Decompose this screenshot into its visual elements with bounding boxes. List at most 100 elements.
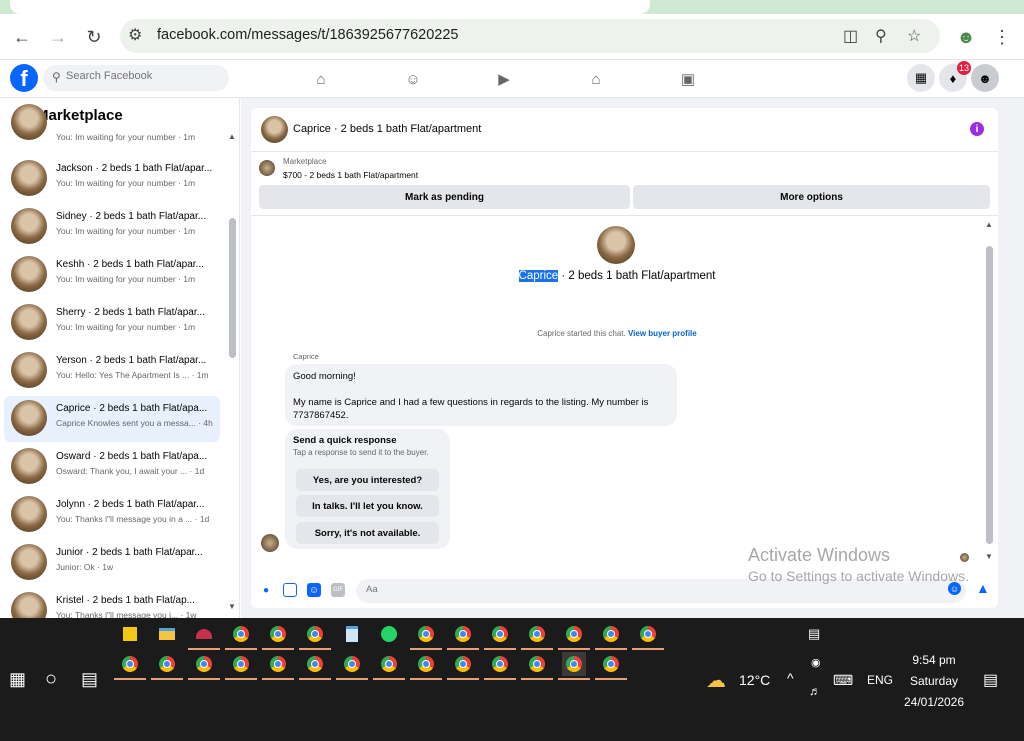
list-item[interactable]: Osward · 2 beds 1 bath Flat/apa... Osward… — [4, 444, 220, 490]
message-scrollbar[interactable] — [986, 246, 993, 544]
chrome-icon[interactable] — [484, 622, 516, 650]
chrome-icon[interactable] — [188, 652, 220, 680]
info-icon[interactable]: i — [970, 122, 984, 136]
avatar[interactable] — [597, 226, 635, 264]
network-icon[interactable]: ▤ — [808, 626, 820, 642]
forward-arrow-icon[interactable]: → — [45, 24, 71, 50]
site-settings-icon[interactable]: ⚙ — [128, 25, 142, 45]
photo-icon[interactable] — [283, 583, 297, 597]
install-app-icon[interactable]: ◫ — [843, 26, 858, 46]
chrome-icon[interactable] — [484, 652, 516, 680]
list-item[interactable]: Yerson · 2 beds 1 bath Flat/apar... You: … — [4, 348, 220, 394]
chrome-icon[interactable] — [410, 622, 442, 650]
list-item[interactable]: Keshh · 2 beds 1 bath Flat/apar... You: I… — [4, 252, 220, 298]
chrome-icon[interactable] — [595, 622, 627, 650]
friends-icon[interactable]: ☺ — [402, 68, 424, 90]
url-text[interactable]: facebook.com/messages/t/1863925677620225 — [157, 27, 459, 43]
chrome-icon[interactable] — [373, 652, 405, 680]
thumbs-up-icon[interactable]: ▲ — [976, 580, 990, 596]
search-input[interactable] — [66, 70, 216, 82]
chrome-icon[interactable] — [447, 652, 479, 680]
chrome-icon[interactable] — [262, 652, 294, 680]
chrome-icon[interactable] — [225, 622, 257, 650]
camera-icon[interactable]: ◉ — [811, 656, 821, 669]
reload-icon[interactable]: ↻ — [81, 24, 107, 50]
home-icon[interactable]: ⌂ — [310, 68, 332, 90]
task-view-icon[interactable]: ▤ — [81, 669, 98, 690]
list-item[interactable]: Sidney · 2 beds 1 bath Flat/apar... You: … — [4, 204, 220, 250]
listing-title[interactable]: $700 - 2 beds 1 bath Flat/apartment — [283, 170, 418, 180]
list-item[interactable]: Junior · 2 beds 1 bath Flat/apar... Junio… — [4, 540, 220, 586]
scroll-down-icon[interactable]: ▼ — [228, 602, 236, 611]
list-item[interactable]: Caprice · 2 beds 1 bath Flat/apa... Capri… — [4, 396, 220, 442]
more-options-button[interactable]: More options — [633, 185, 990, 209]
back-arrow-icon[interactable]: ← — [9, 24, 35, 50]
weather-temp[interactable]: 12°C — [739, 672, 770, 688]
address-bar[interactable]: ⚙ facebook.com/messages/t/18639256776202… — [120, 19, 940, 53]
notifications-icon[interactable]: ▤ — [983, 670, 998, 690]
gaming-icon[interactable]: ▣ — [677, 68, 699, 90]
file-icon[interactable] — [118, 622, 142, 646]
quick-response-button[interactable]: Yes, are you interested? — [296, 469, 439, 491]
marketplace-icon[interactable]: ⌂ — [585, 68, 607, 90]
file-explorer-icon[interactable] — [155, 622, 179, 646]
microphone-icon[interactable]: ● — [259, 583, 273, 597]
notepad-icon[interactable] — [340, 622, 364, 646]
active-tab[interactable] — [10, 0, 650, 14]
message-bubble[interactable]: Good morning! My name is Caprice and I h… — [285, 364, 677, 426]
sidebar-scrollbar[interactable] — [229, 218, 236, 358]
scroll-up-icon[interactable]: ▲ — [228, 132, 236, 141]
keyboard-icon[interactable]: ⌨ — [833, 672, 853, 689]
list-item[interactable]: You: Im waiting for your number · 1m — [4, 104, 220, 150]
mark-pending-button[interactable]: Mark as pending — [259, 185, 630, 209]
zoom-icon[interactable]: ⚲ — [875, 26, 887, 46]
weather-icon[interactable]: ☁ — [706, 668, 726, 693]
menu-grid-icon[interactable]: ▦ — [907, 64, 935, 92]
chrome-icon[interactable] — [336, 652, 368, 680]
chrome-icon[interactable] — [262, 622, 294, 650]
chevron-up-icon[interactable]: ^ — [787, 670, 794, 686]
bookmark-star-icon[interactable]: ☆ — [907, 26, 921, 46]
chrome-icon[interactable] — [521, 622, 553, 650]
listing-thumbnail[interactable] — [259, 160, 275, 176]
chrome-icon[interactable] — [410, 652, 442, 680]
chrome-icon[interactable] — [447, 622, 479, 650]
video-icon[interactable]: ▶ — [493, 68, 515, 90]
search-circle-icon[interactable]: ○ — [45, 668, 57, 691]
view-buyer-profile-link[interactable]: View buyer profile — [628, 329, 697, 338]
chat-title[interactable]: Caprice · 2 beds 1 bath Flat/apartment — [293, 123, 481, 135]
avatar[interactable] — [261, 116, 288, 143]
chrome-icon[interactable] — [632, 622, 664, 650]
list-item[interactable]: Sherry · 2 beds 1 bath Flat/apar... You: … — [4, 300, 220, 346]
list-item[interactable]: Jolynn · 2 beds 1 bath Flat/apar... You: … — [4, 492, 220, 538]
whatsapp-icon[interactable] — [377, 622, 401, 646]
chrome-icon[interactable] — [299, 622, 331, 650]
message-input[interactable] — [366, 584, 926, 595]
profile-icon[interactable]: ☻ — [953, 24, 979, 50]
chrome-icon[interactable] — [114, 652, 146, 680]
chrome-icon[interactable] — [151, 652, 183, 680]
chrome-icon[interactable] — [225, 652, 257, 680]
chrome-icon[interactable] — [595, 652, 627, 680]
chrome-icon[interactable] — [299, 652, 331, 680]
facebook-logo-icon[interactable]: f — [10, 64, 38, 92]
scroll-up-icon[interactable]: ▲ — [985, 220, 993, 229]
windows-start-icon[interactable]: ▦ — [9, 669, 26, 690]
scroll-down-icon[interactable]: ▼ — [985, 552, 993, 561]
account-avatar[interactable]: ☻ — [971, 64, 999, 92]
gif-icon[interactable]: GIF — [331, 583, 345, 597]
menu-dots-icon[interactable]: ⋮ — [989, 24, 1015, 50]
list-item[interactable]: Jackson · 2 beds 1 bath Flat/apar... You:… — [4, 156, 220, 202]
speaker-icon[interactable]: ♬ — [809, 684, 821, 698]
language-indicator[interactable]: ENG — [867, 673, 893, 687]
quick-response-button[interactable]: In talks. I'll let you know. — [296, 495, 439, 517]
list-item[interactable]: Kristel · 2 beds 1 bath Flat/ap... You: T… — [4, 588, 220, 618]
quick-response-button[interactable]: Sorry, it's not available. — [296, 522, 439, 544]
clock[interactable]: 9:54 pm Saturday 24/01/2026 — [893, 650, 975, 713]
chrome-icon[interactable] — [558, 622, 590, 650]
app-icon[interactable] — [188, 622, 220, 650]
chrome-icon[interactable] — [558, 652, 590, 680]
sticker-icon[interactable]: ☺ — [307, 583, 321, 597]
search-box[interactable]: ⚲ — [43, 65, 229, 91]
chrome-icon[interactable] — [521, 652, 553, 680]
